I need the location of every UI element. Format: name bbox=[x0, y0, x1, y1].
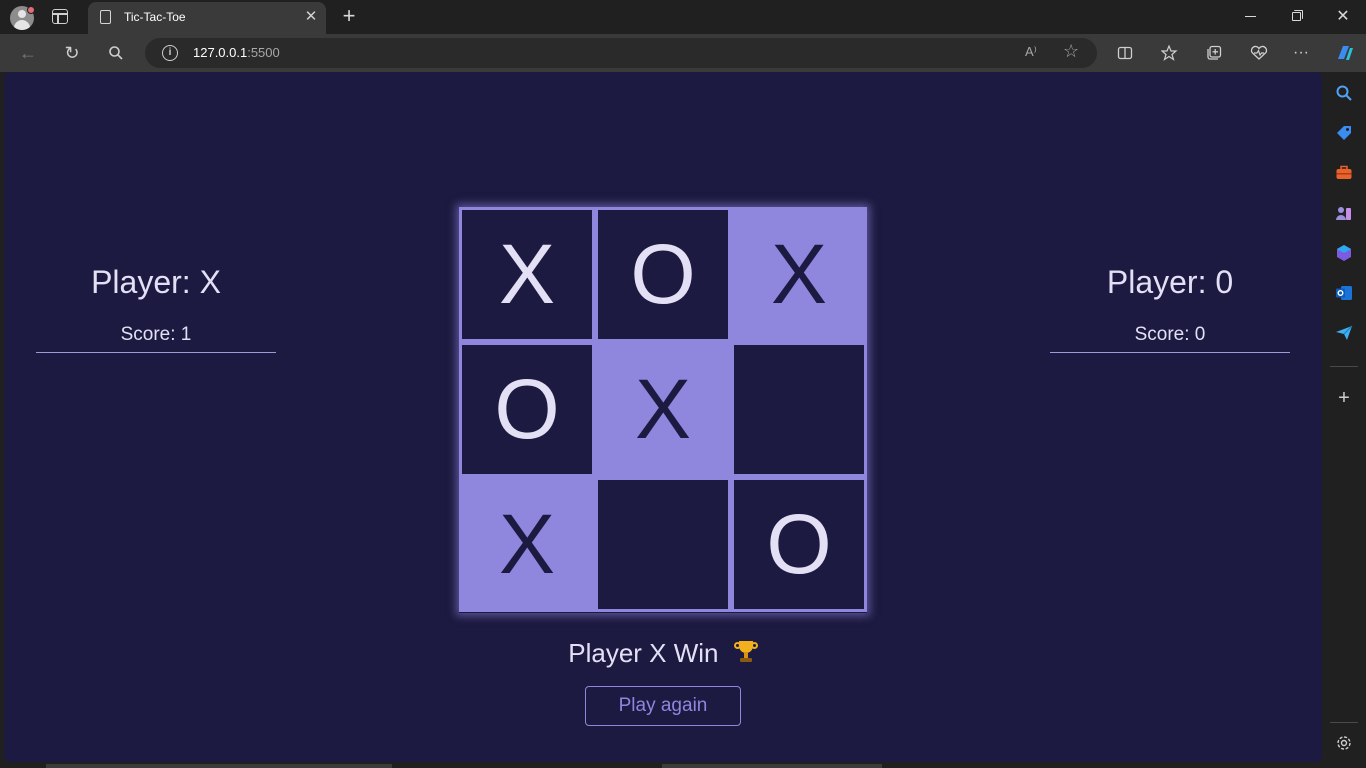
reload-icon[interactable]: ↻ bbox=[57, 38, 87, 68]
url-text[interactable]: 127.0.0.1:5500 bbox=[193, 45, 280, 60]
sidebar-separator bbox=[1330, 366, 1358, 367]
back-icon[interactable]: ← bbox=[13, 38, 43, 68]
page-icon bbox=[100, 10, 111, 24]
player-o-score: Score: 0 bbox=[1134, 324, 1206, 345]
page-viewport: Player: X Score: 1 Player: 0 Score: 0 X … bbox=[4, 72, 1322, 762]
outlook-icon[interactable] bbox=[1334, 284, 1354, 304]
tab-actions-icon[interactable] bbox=[52, 9, 68, 24]
favorites-icon[interactable] bbox=[1155, 38, 1185, 68]
edge-sidebar: + bbox=[1322, 72, 1366, 768]
sidebar-separator bbox=[1330, 722, 1358, 723]
play-again-button[interactable]: Play again bbox=[585, 686, 741, 726]
tab-tic-tac-toe[interactable]: Tic-Tac-Toe ✕ bbox=[88, 2, 326, 34]
player-x-score: Score: 1 bbox=[120, 324, 192, 345]
tools-toolbox-icon[interactable] bbox=[1334, 164, 1354, 184]
search-icon[interactable] bbox=[101, 38, 131, 68]
player-o-divider bbox=[1050, 352, 1290, 353]
game-board: X O X O X X O bbox=[459, 207, 867, 613]
board-cell[interactable] bbox=[595, 477, 731, 612]
board-cell[interactable]: X bbox=[459, 207, 595, 342]
game-result: Player X Win bbox=[459, 638, 867, 669]
close-window-button[interactable]: ✕ bbox=[1320, 0, 1366, 34]
board-cell[interactable]: O bbox=[595, 207, 731, 342]
address-bar[interactable]: i 127.0.0.1:5500 A⁾ ☆ bbox=[145, 38, 1097, 68]
site-info-icon[interactable]: i bbox=[162, 45, 178, 61]
player-x-name: Player: X bbox=[91, 264, 221, 300]
collections-icon[interactable] bbox=[1199, 38, 1229, 68]
settings-more-icon[interactable]: ··· bbox=[1286, 38, 1316, 68]
board-cell[interactable]: X bbox=[459, 477, 595, 612]
board-cell[interactable]: O bbox=[459, 342, 595, 477]
player-o-name: Player: 0 bbox=[1106, 264, 1234, 300]
shopping-tag-icon[interactable] bbox=[1334, 124, 1354, 144]
trophy-icon bbox=[733, 640, 758, 664]
browser-toolbar: ← ↻ i 127.0.0.1:5500 A⁾ ☆ ··· bbox=[0, 34, 1366, 72]
games-icon[interactable] bbox=[1334, 204, 1354, 224]
sidebar-settings-gear-icon[interactable] bbox=[1334, 734, 1354, 754]
split-screen-icon[interactable] bbox=[1110, 38, 1140, 68]
board-cell[interactable]: X bbox=[595, 342, 731, 477]
minimize-button[interactable] bbox=[1228, 0, 1274, 34]
tab-title: Tic-Tac-Toe bbox=[124, 10, 186, 24]
read-aloud-icon[interactable]: A⁾ bbox=[1025, 44, 1037, 60]
microsoft-365-icon[interactable] bbox=[1334, 244, 1354, 264]
close-tab-icon[interactable]: ✕ bbox=[302, 7, 320, 27]
profile-notification-badge bbox=[27, 6, 35, 14]
bottom-scrollbar bbox=[0, 762, 1322, 768]
new-tab-icon[interactable]: + bbox=[338, 3, 360, 29]
send-telegram-icon[interactable] bbox=[1334, 324, 1354, 344]
sidebar-search-icon[interactable] bbox=[1334, 84, 1354, 104]
tab-bar: Tic-Tac-Toe ✕ + ✕ bbox=[0, 0, 1366, 34]
board-cell[interactable]: O bbox=[731, 477, 867, 612]
board-cell[interactable]: X bbox=[731, 207, 867, 342]
result-text: Player X Win bbox=[568, 638, 719, 668]
copilot-icon[interactable] bbox=[1330, 38, 1360, 68]
restore-button[interactable] bbox=[1274, 0, 1320, 34]
board-cell[interactable] bbox=[731, 342, 867, 477]
browser-essentials-icon[interactable] bbox=[1244, 38, 1274, 68]
player-x-divider bbox=[36, 352, 276, 353]
favorite-star-icon[interactable]: ☆ bbox=[1063, 41, 1079, 62]
add-sidebar-app-icon[interactable]: + bbox=[1334, 388, 1354, 408]
